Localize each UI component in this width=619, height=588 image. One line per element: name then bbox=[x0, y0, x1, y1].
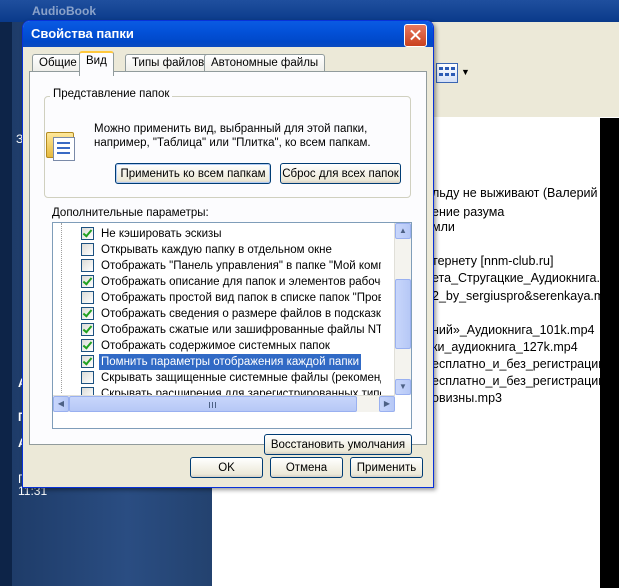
horizontal-scrollbar[interactable]: ◀ ▶ bbox=[53, 395, 395, 412]
file-item[interactable]: ета_Стругацкие_Аудиокнига.mp4 bbox=[432, 271, 619, 285]
reset-all-folders-button[interactable]: Сброс для всех папок bbox=[280, 163, 401, 184]
folder-views-icon bbox=[44, 129, 80, 161]
background-window-titlebar: AudioBook bbox=[0, 0, 619, 22]
checkbox[interactable] bbox=[81, 339, 94, 352]
file-item[interactable]: ение разума bbox=[432, 205, 504, 219]
file-item[interactable]: овизны.mp3 bbox=[432, 391, 502, 405]
dialog-title: Свойства папки bbox=[31, 26, 134, 41]
advanced-settings-label: Дополнительные параметры: bbox=[52, 207, 209, 219]
apply-to-all-folders-button[interactable]: Применить ко всем папкам bbox=[115, 163, 271, 184]
list-item[interactable]: Скрывать защищенные системные файлы (рек… bbox=[81, 370, 381, 386]
checkbox[interactable] bbox=[81, 307, 94, 320]
list-item-selected[interactable]: Помнить параметры отображения каждой пап… bbox=[81, 354, 381, 370]
list-item[interactable]: Не кэшировать эскизы bbox=[81, 226, 381, 242]
file-item[interactable]: ки_аудиокнига_127k.mp4 bbox=[432, 340, 578, 354]
file-item[interactable]: есплатно_и_без_регистрации_н bbox=[432, 357, 619, 371]
scroll-up-icon[interactable]: ▲ bbox=[395, 223, 411, 239]
list-item[interactable]: Отображать "Панель управления" в папке "… bbox=[81, 258, 381, 274]
dialog-title-bar[interactable]: Свойства папки bbox=[23, 21, 433, 47]
close-button[interactable] bbox=[404, 24, 427, 47]
checkbox[interactable] bbox=[81, 355, 94, 368]
scroll-left-icon[interactable]: ◀ bbox=[53, 396, 69, 412]
list-item[interactable]: Отображать содержимое системных папок bbox=[81, 338, 381, 354]
scroll-right-icon[interactable]: ▶ bbox=[379, 396, 395, 412]
view-tab-panel: Представление папок Можно применить вид,… bbox=[29, 71, 427, 455]
checkbox[interactable] bbox=[81, 291, 94, 304]
checkbox[interactable] bbox=[81, 387, 94, 395]
file-item[interactable]: мли bbox=[432, 220, 455, 234]
vertical-scrollbar[interactable]: ▲ ▼ bbox=[394, 223, 411, 395]
list-item[interactable]: Отображать сведения о размере файлов в п… bbox=[81, 306, 381, 322]
checkbox[interactable] bbox=[81, 259, 94, 272]
folder-views-group-label: Представление папок bbox=[50, 88, 173, 100]
file-item[interactable]: тернету [nnm-club.ru] bbox=[432, 254, 553, 268]
views-icon[interactable] bbox=[436, 63, 458, 83]
folder-options-dialog: Свойства папки Общие Вид Типы файлов Авт… bbox=[22, 20, 434, 488]
cancel-button[interactable]: Отмена bbox=[270, 457, 343, 478]
list-item[interactable]: Открывать каждую папку в отдельном окне bbox=[81, 242, 381, 258]
list-item[interactable]: Отображать простой вид папок в списке па… bbox=[81, 290, 381, 306]
vertical-scroll-thumb[interactable] bbox=[395, 279, 411, 349]
restore-defaults-button[interactable]: Восстановить умолчания bbox=[264, 434, 412, 455]
list-item[interactable]: Скрывать расширения для зарегистрированн… bbox=[81, 386, 381, 395]
background-window-title: AudioBook bbox=[32, 4, 96, 18]
checkbox[interactable] bbox=[81, 323, 94, 336]
list-item[interactable]: Отображать описание для папок и элементо… bbox=[81, 274, 381, 290]
tree-connector-line bbox=[61, 223, 62, 393]
list-item[interactable]: Отображать сжатые или зашифрованные файл… bbox=[81, 322, 381, 338]
file-item[interactable]: есплатно_и_без_регистрации_н bbox=[432, 374, 619, 388]
file-item[interactable]: льду не выживают (Валерий Заха bbox=[432, 186, 619, 200]
folder-views-description: Можно применить вид, выбранный для этой … bbox=[94, 123, 371, 149]
scroll-down-icon[interactable]: ▼ bbox=[395, 379, 411, 395]
views-dropdown-arrow-icon[interactable]: ▼ bbox=[461, 67, 470, 77]
ok-button[interactable]: OK bbox=[190, 457, 263, 478]
checkbox[interactable] bbox=[81, 275, 94, 288]
checkbox[interactable] bbox=[81, 371, 94, 384]
background-left-strip bbox=[0, 22, 12, 586]
checkbox[interactable] bbox=[81, 243, 94, 256]
horizontal-scroll-thumb[interactable] bbox=[69, 396, 357, 412]
checkbox[interactable] bbox=[81, 227, 94, 240]
tab-view[interactable]: Вид bbox=[79, 51, 114, 76]
file-item[interactable]: ний»_Аудиокнига_101k.mp4 bbox=[432, 323, 594, 337]
advanced-settings-list[interactable]: Не кэшировать эскизы Открывать каждую па… bbox=[52, 222, 412, 429]
file-item[interactable]: 2_by_sergiuspro&serenkaya.mp3 bbox=[432, 289, 618, 303]
apply-button[interactable]: Применить bbox=[350, 457, 423, 478]
